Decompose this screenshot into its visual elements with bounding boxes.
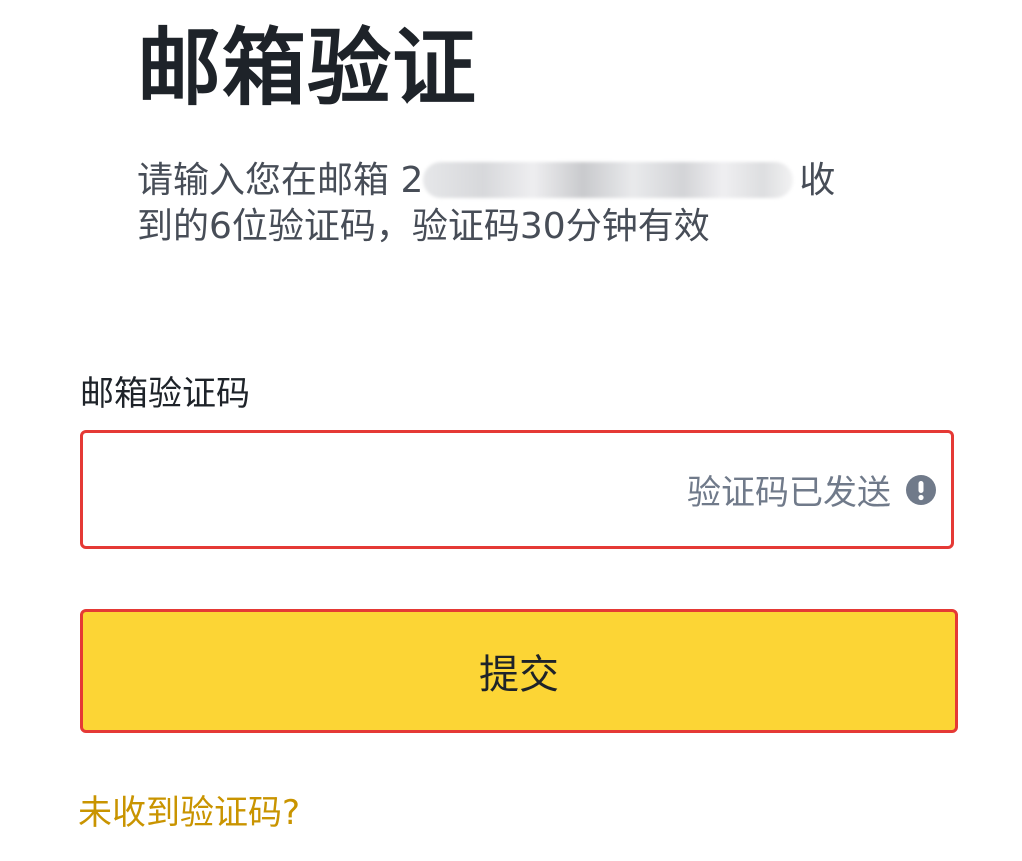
code-not-received-link[interactable]: 未收到验证码? <box>78 790 300 836</box>
instruction-suffix: 收 <box>799 160 836 201</box>
email-code-input[interactable] <box>83 433 643 546</box>
instruction-line-2: 到的6位验证码，验证码30分钟有效 <box>137 206 710 247</box>
email-code-field: 验证码已发送 <box>80 430 954 549</box>
instruction-prefix: 请输入您在邮箱 2 <box>137 160 424 201</box>
submit-button[interactable]: 提交 <box>80 609 958 733</box>
exclamation-circle-icon <box>905 474 937 506</box>
code-sent-status: 验证码已发送 <box>687 433 937 546</box>
code-field-label: 邮箱验证码 <box>80 374 250 414</box>
page-title: 邮箱验证 <box>137 19 478 117</box>
masked-email-address <box>423 162 794 198</box>
instruction-text: 请输入您在邮箱 2 收 到的6位验证码，验证码30分钟有效 <box>137 158 877 250</box>
code-sent-text: 验证码已发送 <box>687 473 891 513</box>
